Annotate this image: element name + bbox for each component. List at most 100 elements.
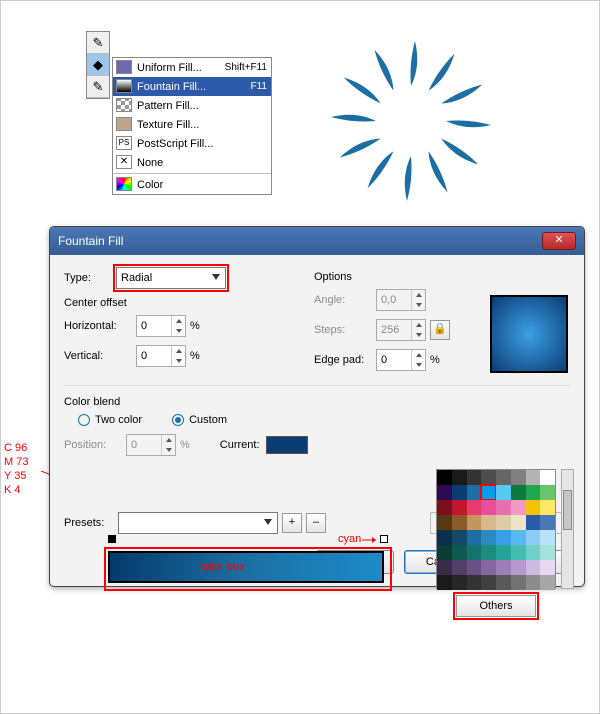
gradient-preview-bar[interactable] [108,551,384,583]
menu-none[interactable]: ✕ None [113,153,271,172]
palette-swatch[interactable] [437,515,452,530]
palette-swatch[interactable] [437,545,452,560]
palette-swatch[interactable] [496,515,511,530]
palette-swatch[interactable] [540,560,555,575]
palette-swatch[interactable] [496,575,511,590]
palette-swatch[interactable] [437,530,452,545]
palette-swatch[interactable] [452,530,467,545]
palette-swatch[interactable] [511,515,526,530]
palette-swatch[interactable] [526,530,541,545]
percent-label: % [190,350,200,362]
spinner-icon[interactable] [411,350,425,370]
palette-swatch[interactable] [511,470,526,485]
palette-swatch[interactable] [481,515,496,530]
palette-swatch[interactable] [452,500,467,515]
horizontal-input[interactable]: 0 [136,315,186,337]
palette-swatch[interactable] [467,560,482,575]
palette-swatch[interactable] [496,530,511,545]
palette-swatch[interactable] [452,560,467,575]
twocolor-radio[interactable] [78,414,90,426]
palette-swatch[interactable] [496,470,511,485]
palette-swatch[interactable] [481,485,496,500]
gradient-marker-end[interactable] [380,535,388,543]
palette-swatch[interactable] [467,575,482,590]
lock-button[interactable]: 🔒 [430,320,450,340]
palette-swatch[interactable] [496,485,511,500]
palette-swatch[interactable] [452,545,467,560]
palette-swatch[interactable] [496,500,511,515]
palette-swatch[interactable] [452,515,467,530]
menu-texture-fill[interactable]: Texture Fill... [113,115,271,134]
palette-swatch[interactable] [437,575,452,590]
dropper-tool[interactable]: ✎ [87,76,109,98]
close-button[interactable]: ✕ [542,232,576,250]
palette-swatch[interactable] [437,500,452,515]
palette-swatch[interactable] [526,575,541,590]
vertical-input[interactable]: 0 [136,345,186,367]
palette-swatch[interactable] [526,470,541,485]
palette-swatch[interactable] [540,500,555,515]
dialog-titlebar[interactable]: Fountain Fill ✕ [50,227,584,255]
palette-swatch[interactable] [511,485,526,500]
palette-swatch[interactable] [467,530,482,545]
palette-swatch[interactable] [452,575,467,590]
palette-swatch[interactable] [511,575,526,590]
palette-swatch[interactable] [540,575,555,590]
palette-swatch[interactable] [481,500,496,515]
scroll-thumb[interactable] [563,490,572,530]
menu-pattern-fill[interactable]: Pattern Fill... [113,96,271,115]
fill-tool[interactable]: ◆ [87,54,109,76]
palette-swatch[interactable] [540,545,555,560]
preset-remove-button[interactable]: – [306,513,326,533]
palette-swatch[interactable] [511,500,526,515]
preset-add-button[interactable]: + [282,513,302,533]
palette-swatch[interactable] [467,545,482,560]
gradient-marker-start[interactable] [108,535,116,543]
palette-swatch[interactable] [467,485,482,500]
palette-swatch[interactable] [511,530,526,545]
palette-scrollbar[interactable] [561,469,574,589]
presets-dropdown[interactable] [118,512,278,534]
palette-swatch[interactable] [496,545,511,560]
palette-swatch[interactable] [540,530,555,545]
palette-swatch[interactable] [481,575,496,590]
custom-radio[interactable] [172,414,184,426]
percent-label: % [190,320,200,332]
palette-swatch[interactable] [526,560,541,575]
spinner-icon[interactable] [171,346,185,366]
palette-swatch[interactable] [526,515,541,530]
palette-swatch[interactable] [540,515,555,530]
palette-swatch[interactable] [437,560,452,575]
palette-swatch[interactable] [526,500,541,515]
palette-swatch[interactable] [467,470,482,485]
palette-swatch[interactable] [526,485,541,500]
palette-swatch[interactable] [437,470,452,485]
menu-color[interactable]: Color [113,175,271,194]
spinner-icon[interactable] [171,316,185,336]
palette-swatch[interactable] [467,500,482,515]
palette-swatch[interactable] [511,560,526,575]
palette-swatch[interactable] [452,470,467,485]
palette-swatch[interactable] [481,530,496,545]
palette-swatch[interactable] [481,560,496,575]
palette-swatch[interactable] [481,545,496,560]
edgepad-input[interactable]: 0 [376,349,426,371]
menu-uniform-fill[interactable]: Uniform Fill... Shift+F11 [113,58,271,77]
palette-swatch[interactable] [496,560,511,575]
dialog-title: Fountain Fill [58,234,123,248]
menu-fountain-fill[interactable]: Fountain Fill... F11 [113,77,271,96]
palette-swatch[interactable] [452,485,467,500]
palette-swatch[interactable] [437,485,452,500]
smear-tool[interactable]: ✎ [87,32,109,54]
palette-swatch[interactable] [467,515,482,530]
palette-swatch[interactable] [481,470,496,485]
edgepad-label: Edge pad: [314,354,376,366]
palette-swatch[interactable] [540,470,555,485]
type-dropdown[interactable]: Radial [116,267,226,289]
others-button[interactable]: Others [456,595,536,617]
menu-item-label: Color [137,179,163,191]
palette-swatch[interactable] [511,545,526,560]
palette-swatch[interactable] [540,485,555,500]
menu-postscript-fill[interactable]: PS PostScript Fill... [113,134,271,153]
palette-swatch[interactable] [526,545,541,560]
